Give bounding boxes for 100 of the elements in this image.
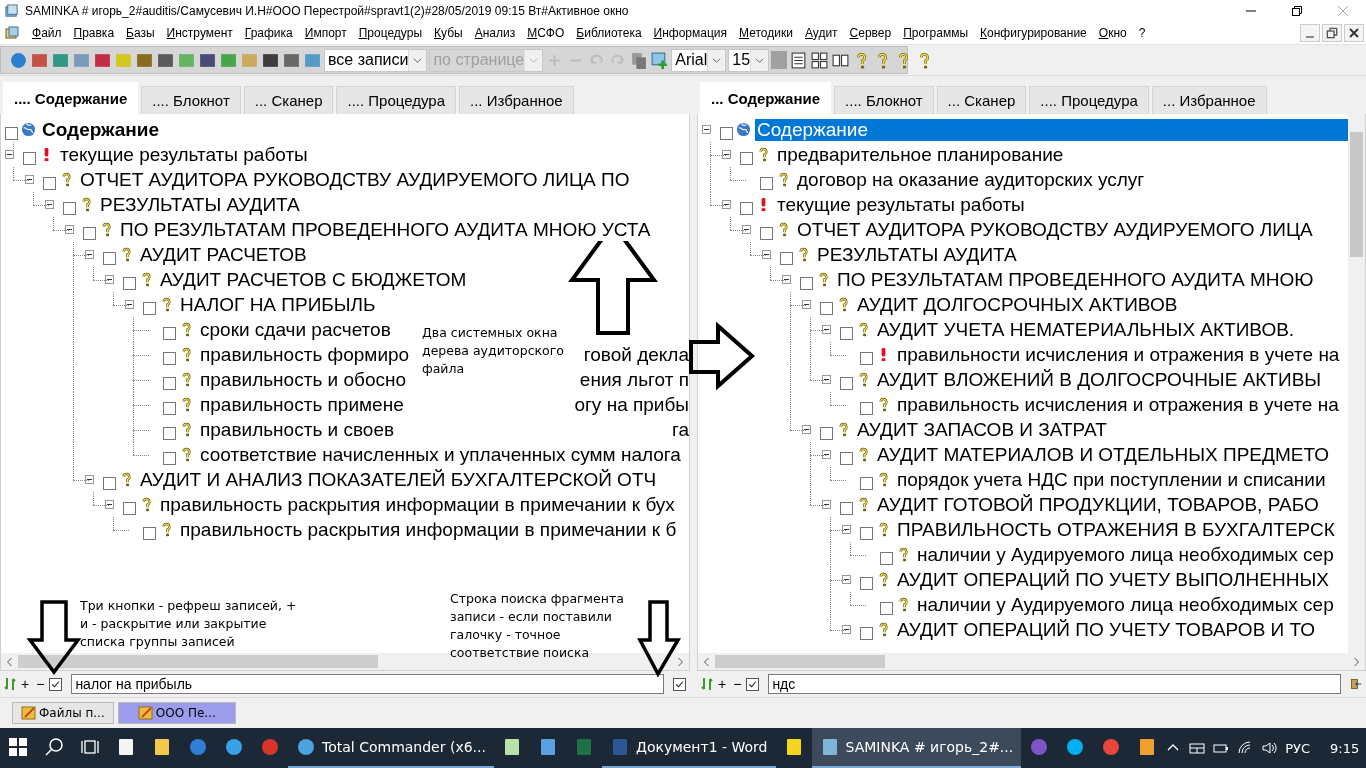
checkbox[interactable] [163,352,176,365]
expand-button[interactable]: + [19,676,32,692]
checkbox[interactable] [163,377,176,390]
menu-item[interactable]: Базы [120,26,161,40]
menu-item[interactable]: Программы [897,26,975,40]
collapse-toggle[interactable] [782,275,791,284]
checkbox[interactable] [860,527,873,540]
collapse-toggle[interactable] [842,575,851,584]
collapse-toggle[interactable] [822,325,831,334]
restore-icon[interactable] [1322,24,1342,42]
menu-item[interactable]: Графика [238,26,299,40]
checkbox[interactable] [840,327,853,340]
collapse-button[interactable]: − [34,676,47,692]
close-icon[interactable] [1344,24,1364,42]
menu-item[interactable]: Сервер [843,26,898,40]
tree-item[interactable]: АУДИТ ОПЕРАЦИЙ ПО УЧЕТУ ТОВАРОВ И ТО [895,618,1318,641]
tree-item[interactable]: наличии у Аудируемого лица необходимых сер [915,593,1336,616]
collapse-toggle[interactable] [842,625,851,634]
expand-button[interactable]: + [716,676,729,692]
horizontal-scrollbar[interactable] [697,653,1366,671]
checkbox[interactable] [780,252,793,265]
collapse-toggle[interactable] [85,250,94,259]
color-swatch[interactable] [771,51,788,69]
image-add-icon[interactable] [650,50,670,70]
checkbox[interactable] [163,452,176,465]
checkbox[interactable] [163,402,176,415]
tree-item[interactable]: текущие результаты работы [775,193,1027,216]
collapse-toggle[interactable] [822,375,831,384]
menu-item[interactable]: Методики [733,26,799,40]
menu-item[interactable]: Процедуры [352,26,428,40]
menu-item[interactable]: Анализ [468,26,522,40]
collapse-toggle[interactable] [5,150,14,159]
tab[interactable]: ... Содержание [700,82,832,114]
collapse-toggle[interactable] [65,225,74,234]
checkbox[interactable] [760,177,773,190]
language-indicator[interactable]: РУС [1285,740,1311,756]
checkbox[interactable] [83,227,96,240]
collapse-toggle[interactable] [702,125,711,134]
checkbox[interactable] [103,477,116,490]
checkbox[interactable] [820,427,833,440]
menu-item[interactable]: Информация [647,26,734,40]
font-size-dropdown[interactable]: 15 [728,48,770,72]
window-button[interactable]: Файлы п... [12,702,114,724]
taskbar-button[interactable]: SAMINKA # игорь_2#... [811,728,1022,768]
collapse-toggle[interactable] [25,175,34,184]
tree-item[interactable]: АУДИТ ГОТОВОЙ ПРОДУКЦИИ, ТОВАРОВ, РАБО [875,493,1321,516]
collapse-toggle[interactable] [822,450,831,459]
checkbox[interactable] [840,452,853,465]
refresh-icon[interactable] [4,676,16,692]
checkbox[interactable] [860,627,873,640]
window-button[interactable]: ООО Пе... [117,702,236,724]
collapse-toggle[interactable] [842,525,851,534]
checkbox[interactable] [163,427,176,440]
copy-icon[interactable] [629,50,649,70]
tree-item[interactable]: правильность и обосно [198,368,409,391]
tree-item[interactable]: АУДИТ ОПЕРАЦИЙ ПО УЧЕТУ ВЫПОЛНЕННЫХ [895,568,1331,591]
checkbox[interactable] [860,402,873,415]
checkbox[interactable] [143,302,156,315]
collapse-toggle[interactable] [722,150,731,159]
search-field[interactable]: налог на прибыль [71,674,664,694]
checkbox[interactable] [143,527,156,540]
menu-item[interactable]: Инструмент [160,26,239,40]
checkbox[interactable] [740,152,753,165]
checkbox[interactable] [123,277,136,290]
checkbox[interactable] [760,227,773,240]
checkbox[interactable] [860,477,873,490]
checkbox[interactable] [880,602,893,615]
menu-item[interactable]: Аудит [798,26,844,40]
menu-item[interactable]: Файл [26,26,68,40]
checkbox[interactable] [5,127,18,140]
collapse-button[interactable]: − [731,676,744,692]
collapse-toggle[interactable] [45,200,54,209]
refresh-icon[interactable] [701,676,713,692]
checkbox[interactable] [43,177,56,190]
checkbox[interactable] [740,202,753,215]
menu-item[interactable]: МСФО [521,26,571,40]
collapse-toggle[interactable] [722,200,731,209]
clock[interactable]: 9:15 [1330,740,1360,756]
tree-item[interactable]: ПО РЕЗУЛЬТАТАМ ПРОВЕДЕННОГО АУДИТА МНОЮ УСТА [118,218,653,241]
tree-item[interactable]: наличии у Аудируемого лица необходимых сер [915,543,1336,566]
checkbox[interactable] [63,202,76,215]
checkbox[interactable] [103,252,116,265]
collapse-toggle[interactable] [822,500,831,509]
checkbox[interactable] [840,377,853,390]
checkbox[interactable] [163,327,176,340]
tab[interactable]: ... Избранное [1151,86,1267,114]
taskbar-button[interactable]: Документ1 - Word [601,728,776,768]
menu-item[interactable]: Конфигурирование [974,26,1093,40]
checkbox[interactable] [23,152,36,165]
tree-item[interactable]: правильность раскрытия информации в примечании к бух [158,493,677,516]
tab[interactable]: .... Блокнот [834,86,934,114]
tab[interactable]: .... Содержание [3,82,139,114]
speaker-icon[interactable] [1261,740,1278,756]
menu-item[interactable]: Окно [1092,26,1133,40]
menu-item[interactable]: Библиотека [570,26,648,40]
collapse-toggle[interactable] [742,225,751,234]
collapse-toggle[interactable] [125,300,134,309]
collapse-toggle[interactable] [85,475,94,484]
tab[interactable]: .... Блокнот [141,86,241,114]
tab[interactable]: .... Процедура [1029,86,1149,114]
